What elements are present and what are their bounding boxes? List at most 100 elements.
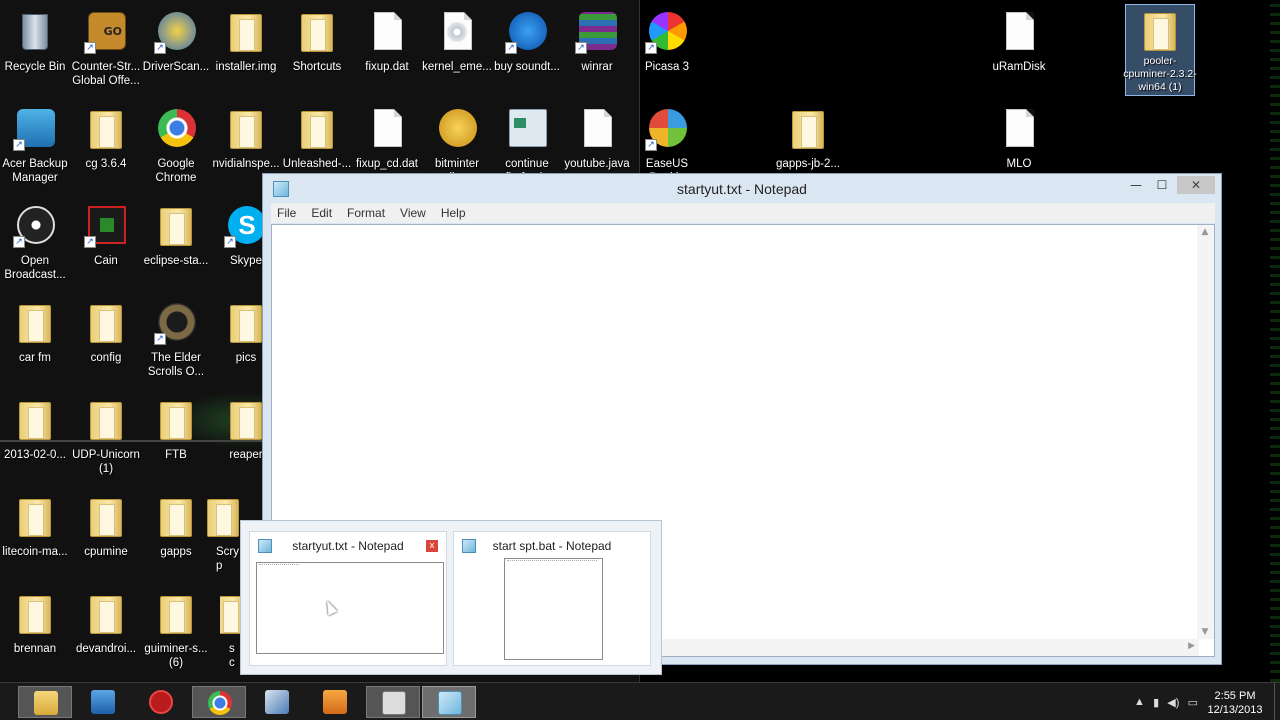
desktop-icon-obs[interactable]: ↗ Open Broadcast... xyxy=(0,200,70,292)
chrome-icon xyxy=(208,691,232,715)
thumbnail-close-icon[interactable]: x xyxy=(426,540,438,552)
desktop-icon-csgo[interactable]: GO ↗ Counter-Str... Global Offe... xyxy=(71,6,141,98)
thumbnail-title: startyut.txt - Notepad xyxy=(292,539,404,553)
file-icon xyxy=(365,10,409,54)
desktop-icon-ftb[interactable]: FTB xyxy=(141,394,211,486)
desktop-icon-sc[interactable]: sc xyxy=(220,588,240,680)
desktop-icon-cain[interactable]: ↗ Cain xyxy=(71,200,141,292)
taskbar-network-tool[interactable] xyxy=(250,686,304,718)
driverscanner-icon: ↗ xyxy=(154,10,198,54)
desktop-icon-litecoin[interactable]: litecoin-ma... xyxy=(0,491,70,583)
close-button[interactable]: ✕ xyxy=(1177,176,1215,194)
taskbar-power-app[interactable] xyxy=(134,686,188,718)
desktop-icon-cpumine[interactable]: cpumine xyxy=(71,491,141,583)
elder-scrolls-icon: ↗ xyxy=(154,301,198,345)
desktop-icon-elder-scrolls[interactable]: ↗ The Elder Scrolls O... xyxy=(141,297,211,389)
menu-view[interactable]: View xyxy=(400,206,426,220)
volume-icon[interactable]: ◀) xyxy=(1167,696,1179,709)
winrar-icon: ↗ xyxy=(575,10,619,54)
desktop-icon-gapps[interactable]: gapps xyxy=(141,491,211,583)
menu-bar: File Edit Format View Help xyxy=(271,203,1215,223)
thumbnail-startyut[interactable]: startyut.txt - Notepad x xyxy=(249,531,447,666)
chrome-icon xyxy=(154,107,198,151)
desktop-icon-config[interactable]: config xyxy=(71,297,141,389)
taskbar-chrome[interactable] xyxy=(192,686,246,718)
folder-icon xyxy=(220,592,240,636)
scroll-up-icon[interactable]: ▲ xyxy=(1200,227,1210,239)
clock-date: 12/13/2013 xyxy=(1207,704,1263,716)
menu-format[interactable]: Format xyxy=(347,206,385,220)
folder-icon xyxy=(13,592,57,636)
menu-edit[interactable]: Edit xyxy=(311,206,332,220)
desktop-icon-buy-soundtrack[interactable]: ↗ buy soundt... xyxy=(492,6,562,98)
scroll-right-icon[interactable]: ▶ xyxy=(1188,641,1195,651)
file-icon xyxy=(365,107,409,151)
folder-icon xyxy=(224,107,268,151)
recycle-bin-icon xyxy=(13,10,57,54)
thumbnail-preview xyxy=(504,558,603,660)
vertical-scrollbar[interactable]: ▲ ▼ xyxy=(1197,225,1214,639)
clock[interactable]: 2:55 PM 12/13/2013 xyxy=(1204,683,1266,720)
zip-folder-icon xyxy=(786,107,830,151)
desktop-icon-winrar[interactable]: ↗ winrar xyxy=(562,6,632,98)
system-tray: ▲ ▮ ◀) ▭ xyxy=(1134,683,1198,720)
taskbar-recorder[interactable] xyxy=(366,686,420,718)
menu-help[interactable]: Help xyxy=(441,206,466,220)
desktop-icon-recycle-bin[interactable]: Recycle Bin xyxy=(0,6,70,98)
folder-icon xyxy=(295,107,339,151)
file-explorer-icon xyxy=(34,691,58,715)
shopping-cart-icon: ↗ xyxy=(505,10,549,54)
thumbnail-title: start spt.bat - Notepad xyxy=(492,539,612,553)
network-tool-icon xyxy=(265,690,289,714)
file-icon xyxy=(997,10,1041,54)
desktop-icon-udp-unicorn[interactable]: UDP-Unicorn (1) xyxy=(71,394,141,486)
menu-file[interactable]: File xyxy=(277,206,296,220)
desktop-icon-scryp[interactable]: Scryp xyxy=(206,491,240,583)
desktop-icon-guiminer[interactable]: guiminer-s... (6) xyxy=(141,588,211,680)
desktop-icon-2013-02[interactable]: 2013-02-0... xyxy=(0,394,70,486)
desktop-icon-acer-backup[interactable]: ↗ Acer Backup Manager xyxy=(0,103,70,195)
folder-icon xyxy=(154,495,198,539)
desktop-icon-driverscanner[interactable]: ↗ DriverScan... xyxy=(141,6,211,98)
clock-time: 2:55 PM xyxy=(1214,690,1256,702)
desktop-icon-brennan[interactable]: brennan xyxy=(0,588,70,680)
scroll-down-icon[interactable]: ▼ xyxy=(1200,627,1210,639)
desktop-icon-chrome[interactable]: Google Chrome xyxy=(141,103,211,195)
signal-icon[interactable]: ▮ xyxy=(1153,696,1159,709)
desktop-icon-devandroid[interactable]: devandroi... xyxy=(71,588,141,680)
desktop-icon-picasa[interactable]: ↗ Picasa 3 xyxy=(632,6,702,98)
desktop-icon-cg[interactable]: cg 3.6.4 xyxy=(71,103,141,195)
acer-backup-icon: ↗ xyxy=(13,107,57,151)
desktop-icon-shortcuts[interactable]: Shortcuts xyxy=(282,6,352,98)
desktop-icon-eclipse[interactable]: eclipse-sta... xyxy=(141,200,211,292)
battery-icon[interactable]: ▭ xyxy=(1188,696,1198,709)
notepad-icon xyxy=(438,691,462,715)
desktop-icon-uramdisk[interactable]: uRamDisk xyxy=(984,6,1054,98)
cain-icon: ↗ xyxy=(84,204,128,248)
taskbar-notepad[interactable] xyxy=(422,686,476,718)
obs-icon: ↗ xyxy=(13,204,57,248)
maximize-button[interactable]: ☐ xyxy=(1151,176,1173,194)
control-panel-icon xyxy=(91,690,115,714)
minimize-button[interactable]: — xyxy=(1125,176,1147,194)
bitminter-icon xyxy=(435,107,479,151)
folder-icon xyxy=(154,592,198,636)
taskbar-file-explorer[interactable] xyxy=(18,686,72,718)
thumbnail-start-spt[interactable]: start spt.bat - Notepad xyxy=(453,531,651,666)
folder-icon xyxy=(13,495,57,539)
desktop-icon-kernel[interactable]: kernel_eme... xyxy=(422,6,492,98)
taskbar-control-panel[interactable] xyxy=(76,686,130,718)
taskbar-media-player[interactable] xyxy=(308,686,362,718)
thumbnail-preview xyxy=(256,562,444,654)
show-desktop-button[interactable] xyxy=(1274,683,1280,720)
window-title: startyut.txt - Notepad xyxy=(677,181,807,197)
desktop-icon-pooler-cpuminer[interactable]: pooler-cpuminer-2.3.2-win64 (1) xyxy=(1123,4,1197,96)
title-bar[interactable]: startyut.txt - Notepad — ☐ ✕ xyxy=(263,174,1221,202)
folder-icon xyxy=(295,10,339,54)
folder-icon xyxy=(154,204,198,248)
easeus-icon: ↗ xyxy=(645,107,689,151)
desktop-icon-installer-img[interactable]: installer.img xyxy=(211,6,281,98)
show-hidden-icons-icon[interactable]: ▲ xyxy=(1134,696,1145,708)
desktop-icon-fixup-dat[interactable]: fixup.dat xyxy=(352,6,422,98)
desktop-icon-car-fm[interactable]: car fm xyxy=(0,297,70,389)
